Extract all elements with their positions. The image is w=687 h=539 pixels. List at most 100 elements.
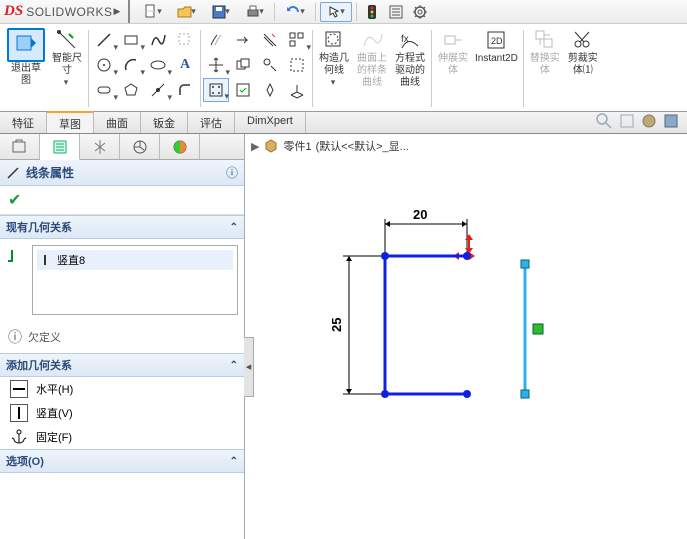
sketch-tools-grid: ▾ ▾ ▾ ▾ ▾ A ▾ ▾ <box>91 26 198 111</box>
display-delete-tool[interactable]: ▾ <box>203 78 229 102</box>
arc-tool[interactable]: ▾ <box>118 53 144 77</box>
print-button[interactable]: ▾ <box>238 2 270 22</box>
brand-name: SOLIDWORKS <box>26 5 112 19</box>
tab-dimxpert[interactable]: DimXpert <box>235 112 306 133</box>
brand-ds: DS <box>4 3 23 20</box>
appearance-icon[interactable] <box>641 113 657 132</box>
polygon-tool[interactable] <box>118 78 144 102</box>
linear-pattern-tool[interactable]: ▾ <box>284 28 310 52</box>
task-pane-icon[interactable] <box>663 113 679 132</box>
panel-title-text: 线条属性 <box>26 164 74 181</box>
new-file-button[interactable]: ▾ <box>136 2 168 22</box>
underdefined-status: ⓘ 欠定义 <box>0 321 244 353</box>
options-button[interactable] <box>385 2 407 22</box>
help-icon[interactable]: ⓘ <box>226 164 238 181</box>
spline-tool[interactable] <box>145 28 171 52</box>
slot-tool[interactable]: ▾ <box>91 78 117 102</box>
info-icon: ⓘ <box>8 327 22 347</box>
chevron-down-icon[interactable]: ▶ <box>114 6 121 17</box>
offset-tool[interactable] <box>257 28 283 52</box>
equation-curve-button[interactable]: fx 方程式 驱动的 曲线 <box>391 26 429 111</box>
copy-sketch-tool[interactable] <box>230 53 256 77</box>
dimension-width[interactable]: 20 <box>385 207 467 256</box>
open-file-button[interactable]: ▾ <box>170 2 202 22</box>
add-relations-header[interactable]: 添加几何关系 ⌃ <box>0 353 244 377</box>
app-logo: DS SOLIDWORKS ▶ <box>4 0 130 23</box>
corner-rect-tool[interactable]: ▾ <box>118 28 144 52</box>
feature-tree-flyout[interactable]: ▶ 零件1 (默认<<默认>_显... <box>251 138 409 154</box>
part-state: (默认<<默认>_显... <box>316 138 409 154</box>
dimension-height[interactable]: 25 <box>329 256 381 394</box>
property-manager-panel: 线条属性 ⓘ ✔ 现有几何关系 ⌃ 竖直8 ⓘ 欠定义 添加几何 <box>0 134 245 539</box>
title-bar: DS SOLIDWORKS ▶ ▾ ▾ ▾ ▾ ▾ ▾ <box>0 0 687 24</box>
quick-snap-tool[interactable] <box>257 78 283 102</box>
tool-b[interactable] <box>284 53 310 77</box>
tab-sheetmetal[interactable]: 钣金 <box>141 112 188 133</box>
vertical-icon <box>10 404 28 422</box>
sketch-edit-grid: ▾ ▾ ▾ <box>203 26 310 111</box>
config-mgr-tab[interactable] <box>80 134 120 159</box>
ribbon-toolbar: 退出草 图 智能尺 寸 ▾ ▾ ▾ ▾ ▾ ▾ A ▾ ▾ ▾ ▾ ▾ <box>0 24 687 112</box>
vertical-relation-badge[interactable] <box>533 324 543 334</box>
repair-sketch-tool[interactable] <box>230 78 256 102</box>
options-header[interactable]: 选项(O) ⌃ <box>0 449 244 473</box>
tool-a[interactable] <box>257 53 283 77</box>
part-name: 零件1 <box>283 138 311 154</box>
feature-mgr-tab[interactable] <box>0 134 40 159</box>
search-icon[interactable] <box>595 112 613 133</box>
ellipse-tool[interactable]: ▾ <box>145 53 171 77</box>
mirror-tool[interactable] <box>203 28 229 52</box>
tab-evaluate[interactable]: 评估 <box>188 112 235 133</box>
tab-surface[interactable]: 曲面 <box>94 112 141 133</box>
point-tool[interactable]: ▾ <box>145 78 171 102</box>
save-button[interactable]: ▾ <box>204 2 236 22</box>
traffic-light-icon[interactable] <box>361 2 383 22</box>
svg-text:2D: 2D <box>491 36 503 46</box>
existing-relations-header[interactable]: 现有几何关系 ⌃ <box>0 215 244 239</box>
line-tool[interactable]: ▾ <box>91 28 117 52</box>
svg-text:20: 20 <box>413 207 427 222</box>
add-relations-list: 水平(H) 竖直(V) 固定(F) <box>0 377 244 449</box>
instant2d-button[interactable]: 2D Instant2D <box>472 26 521 111</box>
construct-geometry-button[interactable]: 构造几 何线▾ <box>315 26 353 111</box>
move-tool[interactable]: ▾ <box>203 53 229 77</box>
sketch-drawing: 20 25 <box>285 164 665 494</box>
trim-entity-button[interactable]: 剪裁实 体⑴ <box>564 26 602 111</box>
text-tool[interactable]: A <box>172 53 198 77</box>
spline-on-surface-button: 曲面上 的样条 曲线 <box>353 26 391 111</box>
smart-dimension-button[interactable]: 智能尺 寸 ▾ <box>48 26 86 111</box>
sketch-c-shape[interactable] <box>381 252 471 398</box>
existing-relations-list[interactable]: 竖直8 <box>32 245 238 315</box>
convert-tool[interactable] <box>230 28 256 52</box>
add-vertical-button[interactable]: 竖直(V) <box>0 401 244 425</box>
dim-mgr-tab[interactable] <box>120 134 160 159</box>
undo-button[interactable]: ▾ <box>279 2 311 22</box>
display-mgr-tab[interactable] <box>160 134 200 159</box>
svg-text:25: 25 <box>329 318 344 332</box>
ok-check-icon[interactable]: ✔ <box>8 192 21 209</box>
select-cursor-button[interactable]: ▾ <box>320 2 352 22</box>
quick-access-toolbar: ▾ ▾ ▾ ▾ ▾ ▾ <box>136 2 431 22</box>
property-mgr-tab[interactable] <box>40 134 80 160</box>
expand-icon[interactable] <box>619 113 635 132</box>
settings-gear-icon[interactable] <box>409 2 431 22</box>
add-fix-button[interactable]: 固定(F) <box>0 425 244 449</box>
3d-sketch-tool[interactable] <box>284 78 310 102</box>
tab-sketch[interactable]: 草图 <box>47 111 94 133</box>
chevron-up-icon: ⌃ <box>230 222 238 233</box>
expand-tree-icon[interactable]: ▶ <box>251 140 259 153</box>
left-panel-tabs <box>0 134 244 160</box>
panel-collapse-handle[interactable]: ◂ <box>244 337 254 397</box>
horizontal-icon <box>10 380 28 398</box>
fillet-tool[interactable] <box>172 78 198 102</box>
relation-item[interactable]: 竖直8 <box>37 250 233 270</box>
add-horizontal-button[interactable]: 水平(H) <box>0 377 244 401</box>
command-manager-tabs: 特征 草图 曲面 钣金 评估 DimXpert <box>0 112 687 134</box>
tab-features[interactable]: 特征 <box>0 112 47 133</box>
selected-line[interactable] <box>521 260 543 398</box>
circle-tool[interactable]: ▾ <box>91 53 117 77</box>
chevron-up-icon: ⌃ <box>230 456 238 467</box>
exit-sketch-button[interactable]: 退出草 图 <box>4 26 48 111</box>
trim-tool[interactable] <box>172 28 198 52</box>
graphics-area[interactable]: ◂ ▶ 零件1 (默认<<默认>_显... 20 <box>245 134 687 539</box>
